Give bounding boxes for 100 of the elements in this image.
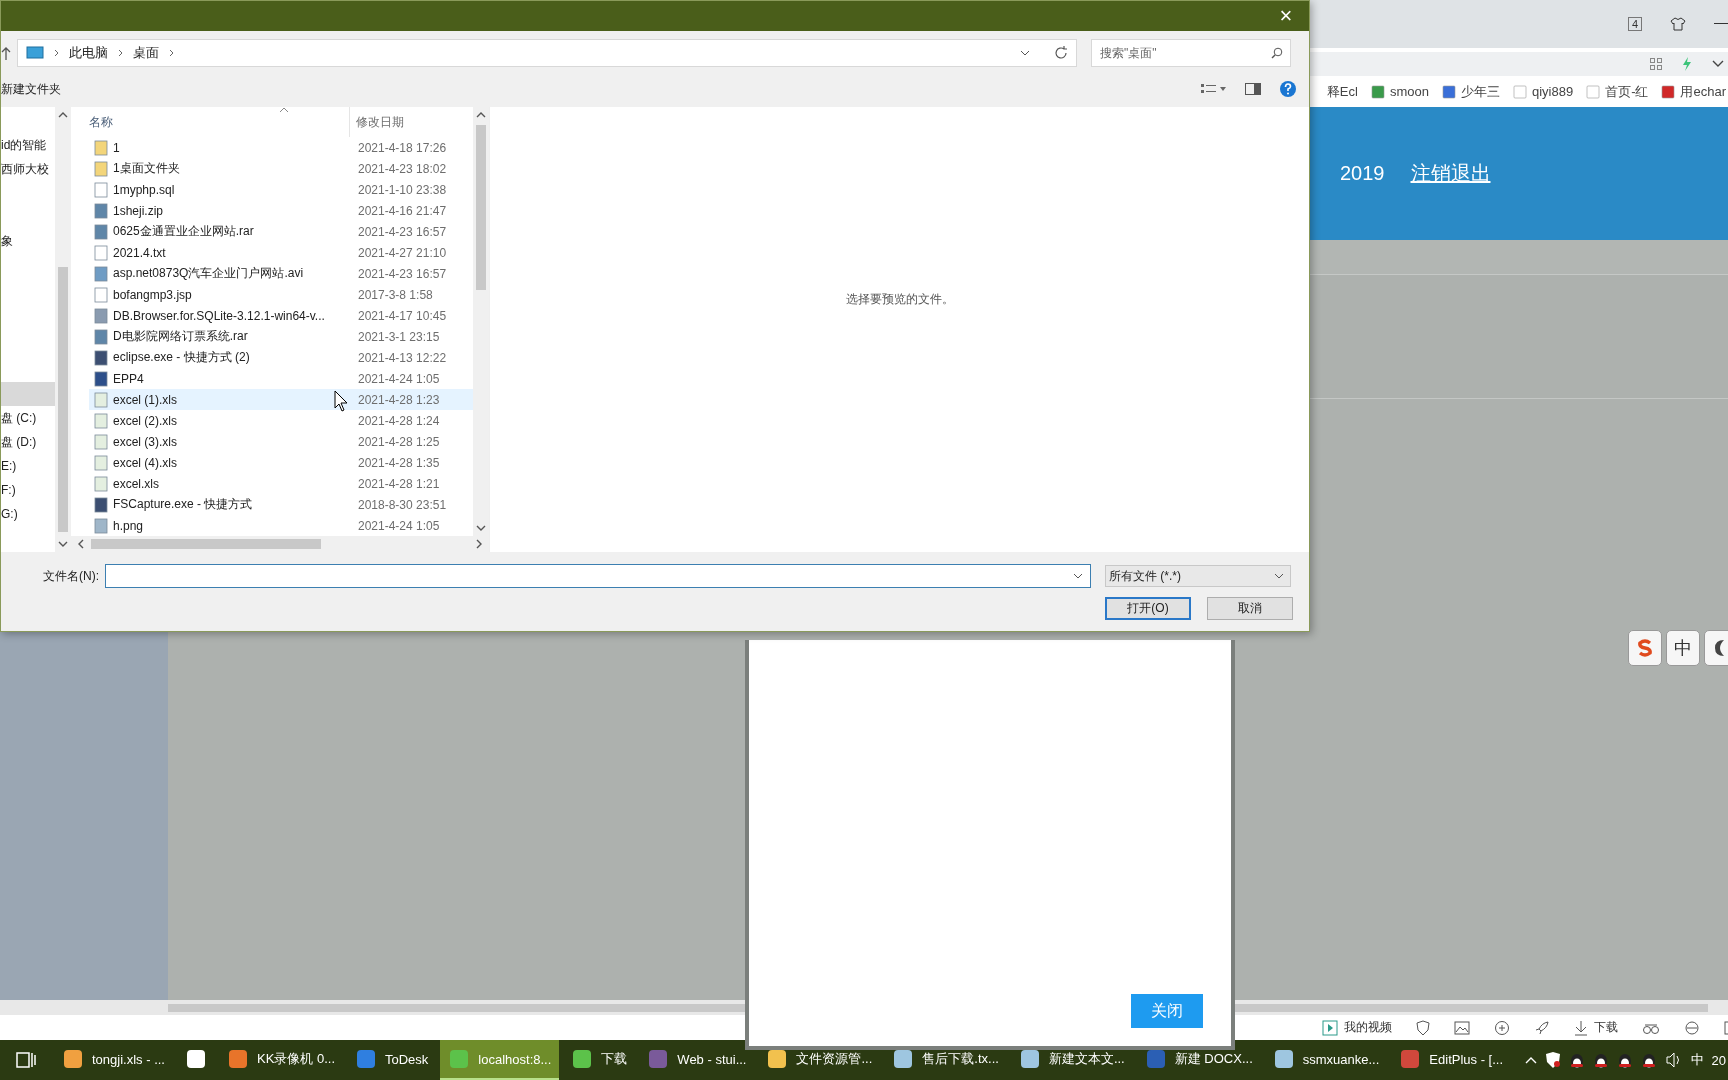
download-icon[interactable] xyxy=(1574,1019,1588,1036)
nav-item[interactable]: 盘 (D:) xyxy=(1,430,55,454)
chevron-up-icon[interactable] xyxy=(1524,1056,1537,1064)
file-row[interactable]: D电影院网络订票系统.rar 2021-3-1 23:15 xyxy=(89,326,473,347)
taskbar-button[interactable]: 文件资源管... xyxy=(758,1040,881,1080)
file-row[interactable]: excel (4).xls 2021-4-28 1:35 xyxy=(89,452,473,473)
refresh-icon[interactable] xyxy=(1054,46,1068,60)
image-icon[interactable] xyxy=(1454,1020,1470,1035)
file-row[interactable]: 1sheji.zip 2021-4-16 21:47 xyxy=(89,200,473,221)
taskbar-button[interactable]: ToDesk xyxy=(347,1040,437,1080)
file-row[interactable]: 1myphp.sql 2021-1-10 23:38 xyxy=(89,179,473,200)
file-row[interactable]: 1 2021-4-18 17:26 xyxy=(89,137,473,158)
nav-item[interactable]: E:) xyxy=(1,454,55,478)
taskbar-button[interactable]: ssmxuanke... xyxy=(1264,1040,1388,1080)
input-language-indicator[interactable]: 中 xyxy=(1690,1051,1704,1069)
file-row[interactable]: EPP4 2021-4-24 1:05 xyxy=(89,368,473,389)
chevron-down-icon[interactable] xyxy=(1712,60,1724,68)
scroll-up-icon[interactable] xyxy=(58,111,68,119)
scroll-right-icon[interactable] xyxy=(475,539,483,549)
taskbar-button[interactable]: localhost:8... xyxy=(440,1040,560,1080)
taskbar-button[interactable]: 下载 xyxy=(563,1040,636,1080)
bookmark-link[interactable]: 少年三 xyxy=(1460,82,1500,101)
scroll-left-icon[interactable] xyxy=(77,539,85,549)
file-type-dropdown[interactable]: 所有文件 (*.*) xyxy=(1105,565,1291,587)
chevron-down-icon[interactable] xyxy=(1020,50,1030,56)
search-field[interactable]: 搜索"桌面" xyxy=(1091,39,1291,67)
nav-item[interactable]: F:) xyxy=(1,478,55,502)
date-column-header[interactable]: 修改日期 xyxy=(349,107,404,137)
preview-pane-icon[interactable] xyxy=(1245,83,1261,95)
bookmark-link[interactable]: 用echar xyxy=(1680,82,1726,101)
file-row[interactable]: h.png 2021-4-24 1:05 xyxy=(89,515,473,536)
breadcrumb-item[interactable]: 桌面 xyxy=(133,44,159,62)
scroll-up-icon[interactable] xyxy=(476,111,486,119)
rocket-icon[interactable] xyxy=(1534,1019,1550,1036)
bookmark-link[interactable]: smoon xyxy=(1389,84,1429,99)
bookmark-link[interactable]: 首页-红 xyxy=(1605,82,1649,101)
nav-item[interactable]: G:) xyxy=(1,502,55,526)
ime-logo-key[interactable] xyxy=(1628,630,1662,666)
bookmark-link[interactable]: 释Ecl xyxy=(1326,82,1358,101)
nav-item[interactable]: 西师大校 xyxy=(1,157,55,181)
taskbar-button[interactable]: 新建 DOCX... xyxy=(1136,1040,1261,1080)
shield-icon[interactable] xyxy=(1416,1019,1430,1036)
taskbar-button[interactable]: tongji.xls - ... xyxy=(54,1040,173,1080)
file-row[interactable]: bofangmp3.jsp 2017-3-8 1:58 xyxy=(89,284,473,305)
view-options-icon[interactable] xyxy=(1201,83,1227,95)
bookmark-link[interactable]: qiyi889 xyxy=(1531,84,1574,99)
breadcrumb-item[interactable]: 此电脑 xyxy=(69,44,108,62)
compass-icon[interactable] xyxy=(1494,1019,1510,1036)
task-view-icon[interactable] xyxy=(16,1051,36,1069)
up-arrow-icon[interactable] xyxy=(1,46,11,60)
close-button[interactable]: × xyxy=(1263,3,1309,29)
file-row[interactable]: 2021.4.txt 2021-4-27 21:10 xyxy=(89,242,473,263)
logout-link[interactable]: 注销退出 xyxy=(1410,160,1491,187)
scrollbar-thumb[interactable] xyxy=(91,539,321,549)
filename-field[interactable] xyxy=(105,564,1091,588)
qr-code-icon[interactable] xyxy=(1650,58,1662,70)
taskbar-button[interactable]: KK录像机 0... xyxy=(218,1040,343,1080)
file-row[interactable]: excel.xls 2021-4-28 1:21 xyxy=(89,473,473,494)
file-row[interactable]: asp.net0873Q汽车企业门户网站.avi 2021-4-23 16:57 xyxy=(89,263,473,284)
nav-item[interactable]: 象 xyxy=(1,229,55,253)
file-row[interactable]: 1桌面文件夹 2021-4-23 18:02 xyxy=(89,158,473,179)
open-button[interactable]: 打开(O) xyxy=(1105,597,1191,620)
new-folder-button[interactable]: 新建文件夹 xyxy=(1,80,61,98)
scroll-down-icon[interactable] xyxy=(476,524,486,532)
shield-icon[interactable] xyxy=(1544,1051,1561,1069)
file-row[interactable]: DB.Browser.for.SQLite-3.12.1-win64-v... 2021-4-17 10:45 xyxy=(89,305,473,326)
file-row[interactable]: eclipse.exe - 快捷方式 (2) 2021-4-13 12:22 xyxy=(89,347,473,368)
penguin-icon[interactable] xyxy=(1640,1051,1657,1069)
file-row[interactable]: 0625金通置业企业网站.rar 2021-4-23 16:57 xyxy=(89,221,473,242)
minimize-icon[interactable] xyxy=(1714,23,1728,25)
file-row[interactable]: FSCapture.exe - 快捷方式 2018-8-30 23:51 xyxy=(89,494,473,515)
taskbar-button[interactable]: EditPlus - [... xyxy=(1391,1040,1512,1080)
download-link[interactable]: 下载 xyxy=(1594,1019,1618,1036)
file-row[interactable]: excel (2).xls 2021-4-28 1:24 xyxy=(89,410,473,431)
penguin-icon[interactable] xyxy=(1616,1051,1633,1069)
taskbar-button[interactable]: 售后下载.tx... xyxy=(884,1040,1007,1080)
scrollbar-thumb[interactable] xyxy=(476,125,486,290)
name-column-header[interactable]: 名称 xyxy=(89,113,349,131)
file-date: 2021-4-24 1:05 xyxy=(357,518,440,533)
taskbar-button[interactable]: 新建文本文... xyxy=(1010,1040,1133,1080)
penguin-icon[interactable] xyxy=(1568,1051,1585,1069)
nav-item[interactable]: 盘 (C:) xyxy=(1,406,55,430)
cancel-button[interactable]: 取消 xyxy=(1207,597,1293,620)
penguin-icon[interactable] xyxy=(1592,1051,1609,1069)
taskbar-button[interactable]: Web - stui... xyxy=(639,1040,755,1080)
file-row[interactable]: excel (1).xls 2021-4-28 1:23 xyxy=(89,389,473,410)
shirt-icon[interactable] xyxy=(1670,17,1686,31)
help-icon[interactable] xyxy=(1279,80,1297,98)
chevron-down-icon[interactable] xyxy=(1073,573,1083,579)
ime-mode-key[interactable]: 中 xyxy=(1666,630,1700,666)
video-link[interactable]: 我的视频 xyxy=(1344,1019,1392,1036)
tab-count[interactable]: 4 xyxy=(1627,17,1642,31)
address-bar[interactable]: 此电脑 桌面 xyxy=(17,39,1077,67)
nav-item[interactable]: id的智能 xyxy=(1,133,55,157)
scrollbar-thumb[interactable] xyxy=(58,267,68,532)
ime-moon-key[interactable] xyxy=(1704,630,1728,666)
play-icon[interactable] xyxy=(1322,1019,1338,1036)
file-row[interactable]: excel (3).xls 2021-4-28 1:25 xyxy=(89,431,473,452)
scroll-down-icon[interactable] xyxy=(58,540,68,548)
clock-text[interactable]: 20 xyxy=(1711,1052,1726,1068)
